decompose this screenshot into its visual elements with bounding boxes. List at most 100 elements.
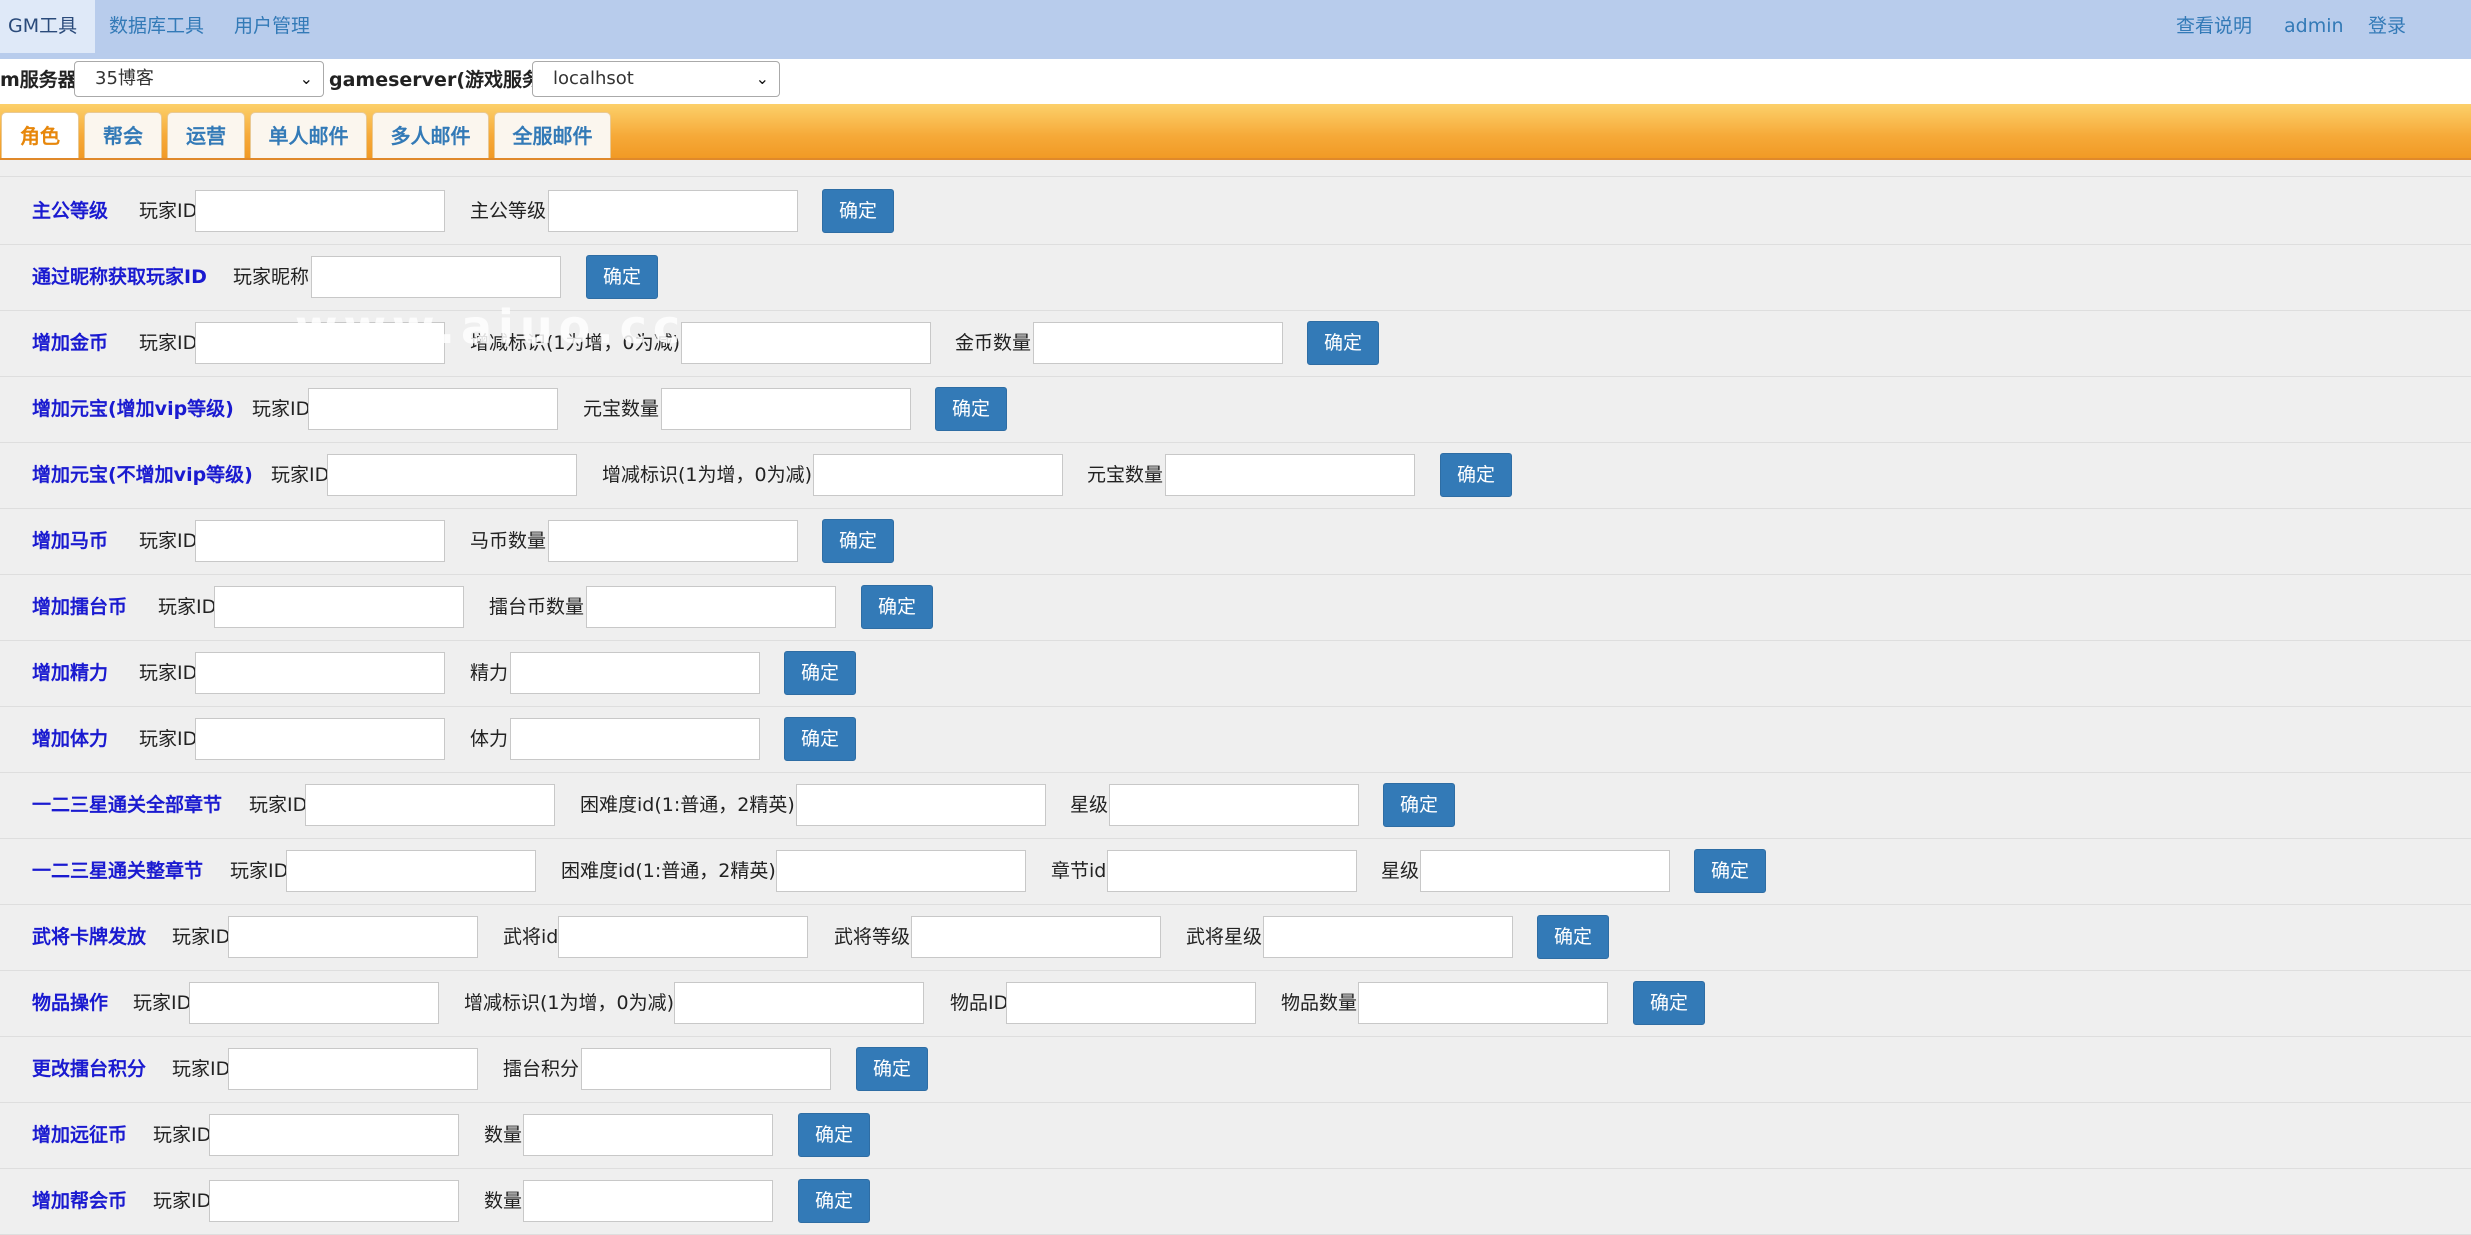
confirm-button[interactable]: 确定: [1307, 321, 1379, 365]
nav-user-management[interactable]: 用户管理: [234, 0, 310, 53]
player-id-input[interactable]: [327, 454, 577, 496]
server-bar: m服务器 35博客 ⌄ gameserver(游戏服务器) localhsot …: [0, 59, 2471, 104]
energy-input[interactable]: [510, 652, 760, 694]
row-title: 一二三星通关整章节: [32, 860, 204, 882]
server-select[interactable]: 35博客 ⌄: [74, 61, 324, 97]
player-id-input[interactable]: [228, 916, 478, 958]
form-row-item-operation: 物品操作 玩家ID 增减标识(1为增，0为减) 物品ID 物品数量 确定: [0, 970, 2471, 1037]
lord-level-input[interactable]: [548, 190, 798, 232]
chapter-id-input[interactable]: [1107, 850, 1357, 892]
row-title: 通过昵称获取玩家ID: [32, 266, 207, 288]
form-row-clear-all-chapters: 一二三星通关全部章节 玩家ID 困难度id(1:普通，2精英) 星级 确定: [0, 772, 2471, 839]
confirm-button[interactable]: 确定: [861, 585, 933, 629]
difficulty-input[interactable]: [796, 784, 1046, 826]
confirm-button[interactable]: 确定: [784, 651, 856, 695]
player-id-input[interactable]: [209, 1114, 459, 1156]
arena-coin-input[interactable]: [586, 586, 836, 628]
confirm-button[interactable]: 确定: [798, 1179, 870, 1223]
player-id-input[interactable]: [209, 1180, 459, 1222]
nav-gm-tools[interactable]: GM工具: [0, 0, 96, 53]
player-id-input[interactable]: [195, 322, 445, 364]
field-label: 物品ID: [950, 992, 1009, 1014]
item-id-input[interactable]: [1006, 982, 1256, 1024]
star-input[interactable]: [1420, 850, 1670, 892]
flag-input[interactable]: [681, 322, 931, 364]
player-id-input[interactable]: [195, 652, 445, 694]
player-id-input[interactable]: [214, 586, 464, 628]
form-row-add-arena-coin: 增加擂台币 玩家ID 擂台币数量 确定: [0, 574, 2471, 641]
row-title: 增加金币: [32, 332, 109, 354]
field-label: 马币数量: [470, 530, 547, 552]
confirm-button[interactable]: 确定: [1383, 783, 1455, 827]
horse-coin-input[interactable]: [548, 520, 798, 562]
flag-input[interactable]: [813, 454, 1063, 496]
tab-single-mail[interactable]: 单人邮件: [250, 112, 367, 158]
field-label: 困难度id(1:普通，2精英): [561, 860, 776, 882]
row-title: 更改擂台积分: [32, 1058, 147, 1080]
gameserver-select[interactable]: localhsot ⌄: [532, 61, 780, 97]
field-label: 擂台币数量: [489, 596, 585, 618]
confirm-button[interactable]: 确定: [822, 519, 894, 563]
field-label: 增减标识(1为增，0为减): [464, 992, 675, 1014]
field-label: 玩家昵称: [233, 266, 310, 288]
tab-guild[interactable]: 帮会: [84, 112, 162, 158]
tab-multi-mail[interactable]: 多人邮件: [372, 112, 489, 158]
form-row-get-id-by-nickname: 通过昵称获取玩家ID 玩家昵称 确定: [0, 244, 2471, 311]
gold-amount-input[interactable]: [1033, 322, 1283, 364]
player-id-input[interactable]: [195, 718, 445, 760]
tab-role[interactable]: 角色: [1, 112, 79, 158]
amount-input[interactable]: [523, 1180, 773, 1222]
confirm-button[interactable]: 确定: [1633, 981, 1705, 1025]
field-label: 元宝数量: [583, 398, 660, 420]
form-row-add-ingot-no-vip: 增加元宝(不增加vip等级) 玩家ID 增减标识(1为增，0为减) 元宝数量 确…: [0, 442, 2471, 509]
field-label: 玩家ID: [230, 860, 289, 882]
server-select-value: 35博客: [95, 68, 154, 89]
confirm-button[interactable]: 确定: [856, 1047, 928, 1091]
confirm-button[interactable]: 确定: [935, 387, 1007, 431]
player-id-input[interactable]: [189, 982, 439, 1024]
player-id-input[interactable]: [286, 850, 536, 892]
general-star-input[interactable]: [1263, 916, 1513, 958]
field-label: 精力: [470, 662, 509, 684]
star-input[interactable]: [1109, 784, 1359, 826]
general-level-input[interactable]: [911, 916, 1161, 958]
ingot-amount-input[interactable]: [661, 388, 911, 430]
player-id-input[interactable]: [308, 388, 558, 430]
amount-input[interactable]: [523, 1114, 773, 1156]
player-id-input[interactable]: [305, 784, 555, 826]
player-id-input[interactable]: [228, 1048, 478, 1090]
confirm-button[interactable]: 确定: [1694, 849, 1766, 893]
form-row-clear-chapter: 一二三星通关整章节 玩家ID 困难度id(1:普通，2精英) 章节id 星级 确…: [0, 838, 2471, 905]
general-id-input[interactable]: [558, 916, 808, 958]
arena-score-input[interactable]: [581, 1048, 831, 1090]
confirm-button[interactable]: 确定: [1440, 453, 1512, 497]
player-id-input[interactable]: [195, 190, 445, 232]
stamina-input[interactable]: [510, 718, 760, 760]
nav-database-tools[interactable]: 数据库工具: [109, 0, 204, 53]
row-title: 增加元宝(不增加vip等级): [32, 464, 253, 486]
player-id-input[interactable]: [195, 520, 445, 562]
confirm-button[interactable]: 确定: [822, 189, 894, 233]
item-amount-input[interactable]: [1358, 982, 1608, 1024]
field-label: 擂台积分: [503, 1058, 580, 1080]
confirm-button[interactable]: 确定: [798, 1113, 870, 1157]
row-title: 主公等级: [32, 200, 109, 222]
server-label: m服务器: [0, 69, 77, 91]
confirm-button[interactable]: 确定: [784, 717, 856, 761]
form-row-general-card: 武将卡牌发放 玩家ID 武将id 武将等级 武将星级 确定: [0, 904, 2471, 971]
tab-operation[interactable]: 运营: [167, 112, 245, 158]
row-title: 增加擂台币: [32, 596, 128, 618]
field-label: 章节id: [1051, 860, 1107, 882]
nav-view-help[interactable]: 查看说明: [2176, 0, 2252, 53]
ingot-amount-input[interactable]: [1165, 454, 1415, 496]
nav-admin[interactable]: admin: [2284, 0, 2344, 53]
tab-server-mail[interactable]: 全服邮件: [494, 112, 611, 158]
confirm-button[interactable]: 确定: [1537, 915, 1609, 959]
nav-login[interactable]: 登录: [2368, 0, 2406, 53]
form-row-add-horse-coin: 增加马币 玩家ID 马币数量 确定: [0, 508, 2471, 575]
flag-input[interactable]: [674, 982, 924, 1024]
confirm-button[interactable]: 确定: [586, 255, 658, 299]
difficulty-input[interactable]: [776, 850, 1026, 892]
field-label: 玩家ID: [271, 464, 330, 486]
nickname-input[interactable]: [311, 256, 561, 298]
